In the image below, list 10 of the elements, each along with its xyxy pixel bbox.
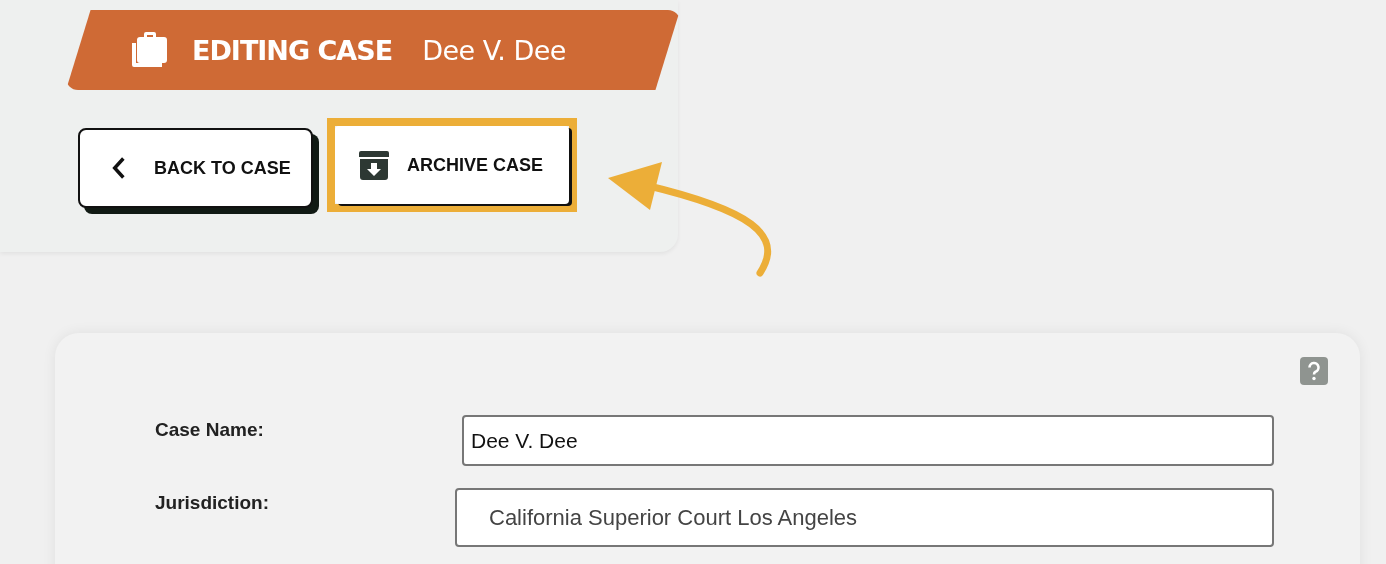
page-title: EDITING CASE	[192, 34, 393, 66]
case-name: Dee V. Dee	[422, 34, 566, 66]
text-input[interactable]: Dee V. Dee	[462, 415, 1274, 466]
field-label: Jurisdiction:	[155, 491, 270, 514]
archive-box-icon	[357, 148, 391, 182]
field-label: Case Name:	[155, 418, 265, 441]
archive-button[interactable]: ARCHIVE CASE	[335, 126, 569, 204]
briefcase-icon	[130, 31, 170, 69]
help-icon[interactable]	[1300, 357, 1328, 385]
dropdown-field[interactable]: California Superior Court Los Angeles	[455, 488, 1274, 547]
